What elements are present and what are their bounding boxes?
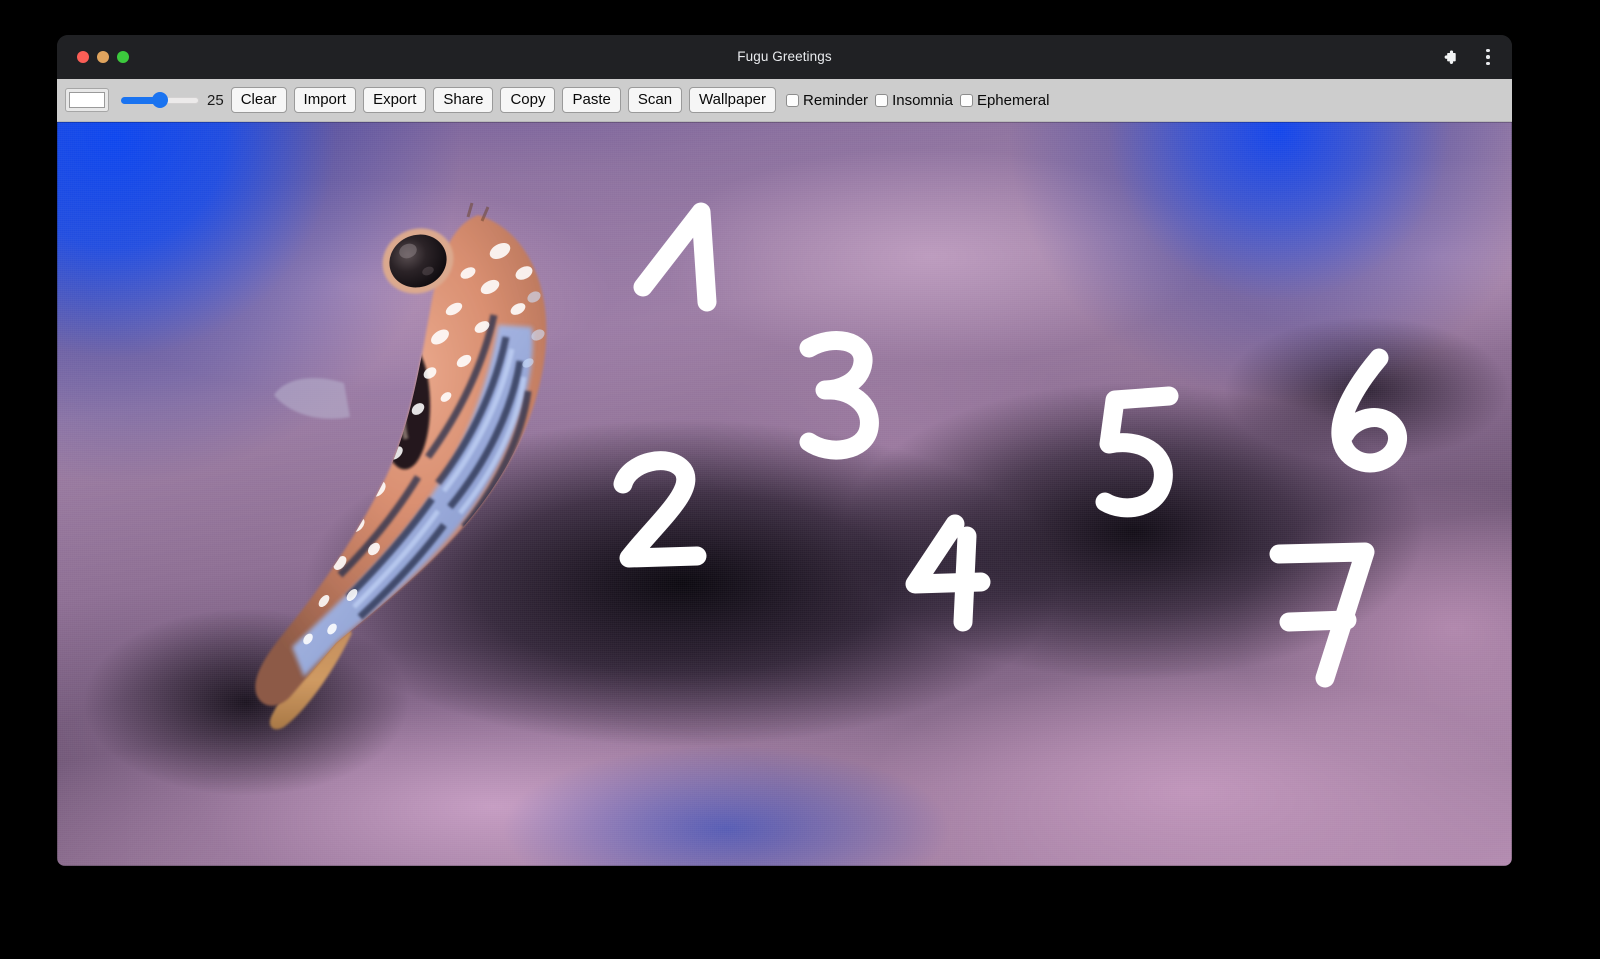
stroke-width-slider[interactable]: [121, 90, 199, 110]
color-picker-input[interactable]: [65, 88, 109, 112]
ephemeral-checkbox-item[interactable]: Ephemeral: [959, 91, 1050, 109]
pufferfish-image: [255, 202, 547, 730]
close-window-button[interactable]: [77, 51, 89, 63]
insomnia-checkbox-label: Insomnia: [892, 91, 953, 109]
ephemeral-checkbox-label: Ephemeral: [976, 91, 1050, 109]
window-titlebar: Fugu Greetings: [57, 35, 1512, 79]
color-swatch-fill: [69, 92, 105, 108]
browser-window: Fugu Greetings 25 Clear Import Export Sh…: [57, 35, 1512, 866]
screen: Fugu Greetings 25 Clear Import Export Sh…: [0, 0, 1600, 959]
minimize-window-button[interactable]: [97, 51, 109, 63]
wallpaper-button[interactable]: Wallpaper: [689, 86, 777, 114]
clear-button[interactable]: Clear: [230, 86, 287, 114]
three-dots-glyph: [1486, 48, 1490, 66]
slider-thumb[interactable]: [152, 92, 169, 108]
copy-button[interactable]: Copy: [500, 86, 556, 114]
stroke-width-value: 25: [207, 91, 224, 109]
maximize-window-button[interactable]: [117, 51, 129, 63]
ephemeral-checkbox[interactable]: [959, 93, 973, 107]
window-title: Fugu Greetings: [737, 49, 832, 64]
share-button[interactable]: Share: [433, 86, 494, 114]
reminder-checkbox-label: Reminder: [803, 91, 869, 109]
browser-menu-icon[interactable]: [1476, 45, 1500, 69]
reminder-checkbox[interactable]: [786, 93, 800, 107]
traffic-lights: [77, 35, 129, 79]
reminder-checkbox-item[interactable]: Reminder: [786, 92, 868, 109]
drawing-canvas[interactable]: [57, 122, 1512, 866]
import-button[interactable]: Import: [293, 86, 357, 114]
option-checkboxes: Reminder Insomnia Ephemeral: [786, 92, 1056, 109]
app-toolbar: 25 Clear Import Export Share Copy Paste …: [57, 79, 1512, 122]
insomnia-checkbox-item[interactable]: Insomnia: [875, 92, 953, 109]
extensions-icon[interactable]: [1438, 45, 1462, 69]
titlebar-actions: [1438, 35, 1500, 79]
insomnia-checkbox[interactable]: [875, 93, 889, 107]
export-button[interactable]: Export: [363, 86, 427, 114]
paste-button[interactable]: Paste: [562, 86, 621, 114]
scan-button[interactable]: Scan: [627, 86, 683, 114]
